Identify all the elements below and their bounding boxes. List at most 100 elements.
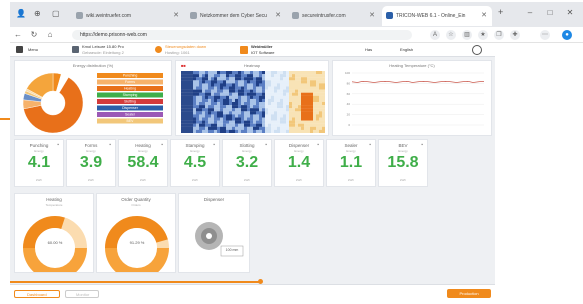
heatmap-cell [241, 120, 245, 124]
new-tab-button[interactable]: + [498, 7, 503, 17]
refresh-icon[interactable]: ↻ [28, 29, 40, 41]
user-avatar-icon[interactable] [472, 45, 482, 55]
heatmap-cell [265, 105, 269, 109]
heatmap-cell [199, 126, 203, 130]
kpi-menu-icon[interactable]: ▪ [57, 142, 59, 148]
heatmap-cell [301, 74, 305, 78]
heatmap-cell [301, 126, 305, 130]
url-field[interactable]: https://demo.prisonn-web.com [72, 30, 412, 40]
bell-icon[interactable] [155, 46, 162, 53]
kpi-dispenser[interactable]: Dispenser Energy 1.4 kWh ▪ [274, 139, 324, 187]
tab-close-icon[interactable]: ✕ [481, 6, 487, 26]
heatmap-cell [229, 74, 233, 78]
language-selector-2[interactable]: English [400, 47, 413, 52]
heatmap-cell [247, 92, 251, 96]
kpi-forms[interactable]: Forms Energy 3.9 kWh ▪ [66, 139, 116, 187]
kpi-heating[interactable]: Heating Energy 58.4 kWh ▪ [118, 139, 168, 187]
extensions-icon[interactable]: ✚ [510, 30, 520, 40]
tab-3-active[interactable]: TRICON-WEB 6.1 - Online_Ein ✕ [382, 6, 492, 26]
tab-close-icon[interactable]: ✕ [369, 6, 375, 26]
heatmap-cell [199, 102, 203, 106]
heatmap-cell [229, 108, 233, 112]
heatmap-cell [202, 89, 206, 93]
heatmap-cell [241, 126, 245, 130]
kpi-menu-icon[interactable]: ▪ [161, 142, 163, 148]
kpi-slotting[interactable]: Slotting Energy 3.2 kWh ▪ [222, 139, 272, 187]
kpi-punching[interactable]: Punching Energy 4.1 kWh ▪ [14, 139, 64, 187]
close-window-button[interactable]: ✕ [560, 2, 580, 24]
language-selector-1[interactable]: Has [365, 47, 372, 52]
heatmap-cell [277, 98, 281, 103]
heatmap-cell [202, 117, 206, 121]
tab-0[interactable]: wiki.weintruefer.com ✕ [72, 6, 184, 26]
kpi-bev[interactable]: BEV Energy 15.8 kWh ▪ [378, 139, 428, 187]
app-header: Menu Kmol Leisure 15.80 Pro Gebaeude: Ei… [10, 43, 495, 57]
heatmap-cell [196, 114, 200, 118]
monitor-button[interactable]: Monitor [65, 290, 99, 298]
gauge-dispenser[interactable]: Dispenser 100 mm [178, 193, 250, 273]
menu-label[interactable]: Menu [28, 47, 38, 52]
maximize-button[interactable]: □ [540, 2, 560, 24]
kpi-menu-icon[interactable]: ▪ [421, 142, 423, 148]
profile-icon[interactable]: 👤 [16, 9, 26, 18]
kpi-menu-icon[interactable]: ▪ [369, 142, 371, 148]
favorite-star-icon[interactable]: ☆ [446, 30, 456, 40]
gauge-heating[interactable]: Heating Temperature 60.00 % [14, 193, 94, 273]
heatmap-cell [286, 95, 290, 99]
production-button[interactable]: Production [447, 289, 491, 298]
heatmap-cell [226, 89, 230, 93]
heatmap-cell [226, 80, 230, 84]
split-screen-icon[interactable]: ▥ [462, 30, 472, 40]
heatmap-cell [316, 98, 320, 103]
tab-actions-icon[interactable]: ▢ [52, 9, 60, 18]
menu-icon[interactable] [16, 46, 23, 53]
heatmap-cell [316, 105, 320, 109]
heatmap-cell [301, 83, 305, 87]
heatmap-cell [241, 102, 245, 106]
kpi-stamping[interactable]: Stamping Energy 4.5 kWh ▪ [170, 139, 220, 187]
favorites-icon[interactable]: ★ [478, 30, 488, 40]
heatmap-cell [214, 83, 218, 87]
heatmap-cell [256, 120, 260, 124]
heatmap-cell [268, 105, 272, 109]
minimize-button[interactable]: – [520, 2, 540, 24]
gauge-order-quantity[interactable]: Order Quantity Orders 91.29 % [96, 193, 176, 273]
more-icon[interactable]: ⋯ [540, 30, 550, 40]
kpi-sealer[interactable]: Sealer Energy 1.1 kWh ▪ [326, 139, 376, 187]
dispenser-value-label: 100 mm [225, 248, 239, 252]
kpi-menu-icon[interactable]: ▪ [265, 142, 267, 148]
edge-copilot-icon[interactable]: ● [562, 30, 572, 40]
heatmap-cell [217, 105, 221, 109]
heatmap-cell [181, 86, 185, 90]
heatmap-cell [319, 86, 323, 90]
heatmap-cell [193, 126, 197, 130]
back-icon[interactable]: ← [12, 29, 24, 41]
heatmap-toggle-icon[interactable]: ■■ [181, 63, 186, 68]
collections-toolbar-icon[interactable]: ❐ [494, 30, 504, 40]
heatmap-cell [238, 105, 242, 109]
home-icon[interactable]: ⌂ [44, 29, 56, 41]
kpi-name: Stamping [185, 143, 205, 148]
heatmap-cell [265, 129, 269, 133]
heatmap-cell [301, 102, 305, 106]
kpi-menu-icon[interactable]: ▪ [317, 142, 319, 148]
heatmap-cell [211, 129, 215, 133]
dashboard-button[interactable]: Dashboard [14, 290, 60, 298]
heatmap-cell [289, 114, 293, 118]
tab-1[interactable]: Netzkommer dem Cyber Secu ✕ [186, 6, 286, 26]
heatmap-cell [316, 129, 320, 133]
heatmap-cell [184, 126, 188, 130]
read-aloud-icon[interactable]: A [430, 30, 440, 40]
heatmap-cell [322, 86, 325, 90]
collections-icon[interactable]: ⊕ [34, 9, 41, 18]
heatmap-cell [280, 120, 284, 124]
tab-close-icon[interactable]: ✕ [173, 6, 179, 26]
kpi-menu-icon[interactable]: ▪ [213, 142, 215, 148]
kpi-menu-icon[interactable]: ▪ [109, 142, 111, 148]
heatmap-cell [181, 102, 185, 106]
heatmap-cell [250, 74, 254, 78]
heatmap-cell [247, 102, 251, 106]
tab-2[interactable]: secureintrusfer.com ✕ [288, 6, 380, 26]
tab-close-icon[interactable]: ✕ [275, 6, 281, 26]
heatmap-cell [304, 114, 308, 118]
